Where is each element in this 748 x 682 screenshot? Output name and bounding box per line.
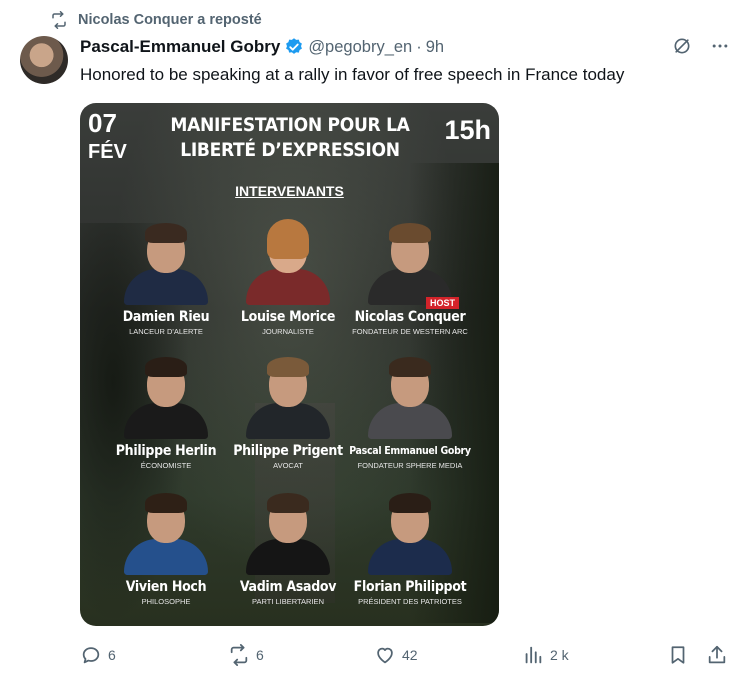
poster-month: FÉV: [88, 141, 127, 163]
like-count: 42: [402, 647, 418, 663]
speaker-photo-body: [368, 539, 452, 575]
poster-time: 15h: [444, 115, 491, 145]
repost-button[interactable]: 6: [228, 644, 264, 666]
speaker-photo-hair: [267, 219, 309, 259]
speaker-name: Vivien Hoch: [125, 579, 207, 595]
speaker-card: Louise Morice JOURNALISTE: [218, 215, 358, 345]
speaker-photo-hair: [267, 357, 309, 377]
view-count: 2 k: [550, 647, 569, 663]
reply-count: 6: [108, 647, 116, 663]
repost-icon: [230, 644, 248, 666]
speaker-photo-hair: [145, 357, 187, 377]
speaker-photo-body: [124, 269, 208, 305]
views-button[interactable]: 2 k: [522, 644, 569, 666]
speaker-role: JOURNALISTE: [262, 327, 314, 336]
share-icon: [708, 645, 726, 664]
tweet-top-actions: [672, 36, 730, 56]
speaker-card: Vadim Asadov PARTI LIBERTARIEN: [218, 485, 358, 615]
speaker-photo-body: [246, 539, 330, 575]
reply-icon: [82, 647, 100, 664]
poster-title-line-2: LIBERTÉ D’EXPRESSION: [180, 139, 400, 161]
speaker-name: Damien Rieu: [122, 309, 210, 325]
speaker-name: Philippe Herlin: [115, 443, 217, 459]
grok-icon[interactable]: [672, 36, 692, 56]
speaker-role: PHILOSOPHE: [141, 597, 191, 606]
speaker-photo-body: [246, 269, 330, 305]
speaker-card: Florian Philippot PRÉSIDENT DES PATRIOTE…: [340, 485, 480, 615]
speaker-role: ÉCONOMISTE: [140, 461, 192, 470]
speaker-photo-hair: [389, 223, 431, 243]
speaker-name: Vadim Asadov: [239, 579, 337, 595]
tweet-actions-bar: 6 6 42 2 k: [80, 644, 740, 668]
author-name[interactable]: Pascal-Emmanuel Gobry: [80, 37, 280, 57]
speaker-photo-hair: [389, 357, 431, 377]
speaker-card: Philippe Herlin ÉCONOMISTE: [96, 349, 236, 479]
speaker-card: HOST Nicolas Conquer FONDATEUR DE WESTER…: [340, 215, 480, 345]
speaker-photo-hair: [145, 223, 187, 243]
tweet-image[interactable]: 07 FÉV 15h MANIFESTATION POUR LA LIBERTÉ…: [80, 103, 499, 626]
speaker-photo-body: [368, 403, 452, 439]
speaker-card: Pascal Emmanuel Gobry FONDATEUR SPHERE M…: [340, 349, 480, 479]
speaker-role: FONDATEUR DE WESTERN ARC: [352, 327, 468, 336]
author-handle[interactable]: @pegobry_en: [308, 38, 412, 57]
speaker-name: Louise Morice: [240, 309, 336, 325]
speaker-photo-hair: [145, 493, 187, 513]
like-button[interactable]: 42: [374, 644, 418, 666]
speaker-photo-body: [246, 403, 330, 439]
speaker-name: Nicolas Conquer: [354, 309, 466, 325]
heart-icon: [377, 647, 393, 664]
speaker-role: AVOCAT: [273, 461, 303, 470]
speaker-card: Vivien Hoch PHILOSOPHE: [96, 485, 236, 615]
speaker-photo-body: [124, 403, 208, 439]
speaker-photo-hair: [267, 493, 309, 513]
speaker-role: LANCEUR D'ALERTE: [129, 327, 203, 336]
speaker-name: Florian Philippot: [353, 579, 467, 595]
poster-title-line-1: MANIFESTATION POUR LA: [170, 114, 410, 136]
poster-subtitle: INTERVENANTS: [235, 183, 344, 199]
share-button[interactable]: [706, 644, 728, 666]
speaker-name: Philippe Prigent: [233, 443, 343, 459]
views-chart-icon: [525, 646, 542, 664]
speaker-role: PARTI LIBERTARIEN: [252, 597, 324, 606]
speaker-photo-hair: [389, 493, 431, 513]
verified-badge-icon[interactable]: [284, 37, 304, 57]
tweet-timestamp[interactable]: 9h: [426, 38, 444, 57]
repost-text: Nicolas Conquer a reposté: [78, 12, 262, 28]
tweet-text: Honored to be speaking at a rally in fav…: [80, 65, 625, 84]
speaker-photo-body: [124, 539, 208, 575]
repost-icon: [52, 11, 66, 29]
tweet-header: Pascal-Emmanuel Gobry @pegobry_en · 9h: [80, 36, 444, 58]
poster-day: 07: [88, 108, 117, 138]
bookmark-icon: [671, 646, 685, 664]
avatar[interactable]: [20, 36, 68, 84]
separator-dot: ·: [416, 37, 422, 56]
speaker-card: Damien Rieu LANCEUR D'ALERTE: [96, 215, 236, 345]
poster-title: MANIFESTATION POUR LA LIBERTÉ D’EXPRESSI…: [170, 113, 410, 163]
repost-indicator[interactable]: Nicolas Conquer a reposté: [50, 10, 262, 30]
host-badge: HOST: [426, 297, 460, 309]
more-options-icon[interactable]: [710, 36, 730, 56]
bookmark-button[interactable]: [667, 644, 689, 666]
speaker-card: Philippe Prigent AVOCAT: [218, 349, 358, 479]
reply-button[interactable]: 6: [80, 644, 116, 666]
speaker-role: PRÉSIDENT DES PATRIOTES: [358, 597, 462, 606]
speaker-role: FONDATEUR SPHERE MEDIA: [357, 461, 463, 470]
repost-count: 6: [256, 647, 264, 663]
speaker-name: Pascal Emmanuel Gobry: [349, 445, 471, 457]
